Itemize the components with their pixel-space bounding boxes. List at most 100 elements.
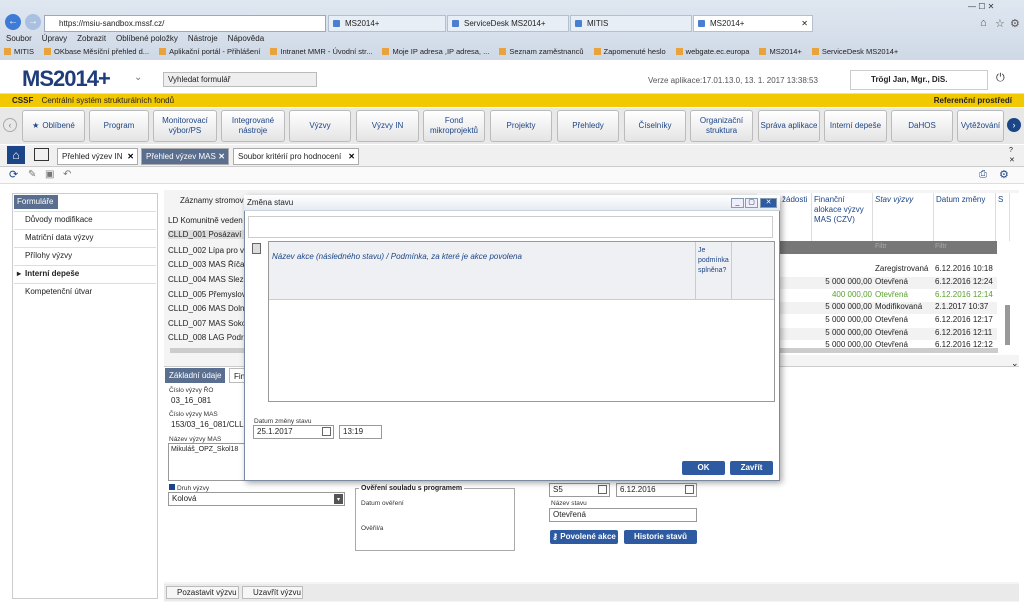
favorite-link[interactable]: Seznam zaměstnanců xyxy=(499,47,583,56)
nazev-vyzvy-mas-field[interactable]: Mikuláš_OPZ_Skol18 xyxy=(168,443,246,481)
ok-button[interactable]: OK xyxy=(682,461,725,475)
tree-row[interactable]: CLLD_004 MAS Slez xyxy=(168,275,248,284)
tree-row[interactable]: CLLD_002 Lípa pro v xyxy=(168,246,248,255)
vertical-scrollbar[interactable] xyxy=(1005,305,1010,345)
zavrit-button[interactable]: Zavřít xyxy=(730,461,773,475)
refresh-icon[interactable]: ⟳ xyxy=(9,168,18,181)
tree-row[interactable]: CLLD_005 Přemyslov xyxy=(168,290,248,299)
browser-tab-active[interactable]: MS2014+ ✕ xyxy=(693,15,813,32)
grid-column-header[interactable]: Název akce (následného stavu) / Podmínka… xyxy=(272,252,692,261)
historie-stavu-button[interactable]: Historie stavů xyxy=(624,530,697,544)
uzavrit-button[interactable]: Uzavřít výzvu xyxy=(242,586,303,599)
module-interni-depese[interactable]: Interní depeše xyxy=(824,110,887,142)
close-icon[interactable]: ✕ xyxy=(218,149,225,164)
grid-column-header[interactable]: Je podmínka splněna? xyxy=(695,242,732,300)
module-vyzvy[interactable]: Výzvy xyxy=(289,110,351,142)
form-search-input[interactable]: Vyhledat formulář xyxy=(163,72,317,87)
menu-item[interactable]: Oblíbené položky xyxy=(116,34,178,43)
nazev-stavu-field[interactable]: Otevřená xyxy=(549,508,697,522)
edit-icon[interactable]: ✎ xyxy=(28,169,36,180)
datum-zmeny-field[interactable]: 25.1.2017 xyxy=(253,425,334,439)
browser-tab[interactable]: MS2014+ xyxy=(328,15,446,32)
window-icon[interactable] xyxy=(34,148,49,161)
tab-soubor-kriterii[interactable]: Soubor kritérií pro hodnocení ✕ xyxy=(233,148,359,165)
settings-icon[interactable]: ⚙ xyxy=(999,168,1009,181)
module-organizacni[interactable]: Organizační struktura xyxy=(690,110,753,142)
module-dahos[interactable]: DaHOS xyxy=(891,110,953,142)
tab-prehled-vyzev-mas[interactable]: Přehled výzev MAS ✕ xyxy=(141,148,229,165)
druh-vyzvy-select[interactable]: Kolová ▾ xyxy=(168,492,345,506)
nav-left-icon[interactable]: ‹ xyxy=(3,118,17,132)
address-bar[interactable]: https://msiu-sandbox.mssf.cz/ xyxy=(44,15,326,32)
cislo-vyzvy-mas-field[interactable]: 153/03_16_081/CLLD xyxy=(168,419,249,433)
module-vyzvy-in[interactable]: Výzvy IN xyxy=(356,110,419,142)
copy-icon[interactable] xyxy=(252,243,261,254)
menu-item[interactable]: Zobrazit xyxy=(77,34,106,43)
forward-icon[interactable]: → xyxy=(25,14,41,30)
favorite-link[interactable]: Moje IP adresa ,IP adresa, ... xyxy=(382,47,489,56)
minimize-icon[interactable]: _ xyxy=(731,198,744,208)
print-icon[interactable]: ⎙ xyxy=(979,169,987,180)
table-row[interactable]: 22 12:005 000 000,00Modifikovaná2.1.2017… xyxy=(757,302,997,314)
gear-icon[interactable]: ⚙ xyxy=(1010,17,1020,30)
column-header[interactable]: Stav výzvy xyxy=(873,193,934,241)
close-icon[interactable]: ✕ xyxy=(127,149,134,164)
menu-item[interactable]: Úpravy xyxy=(42,34,67,43)
module-program[interactable]: Program xyxy=(89,110,149,142)
table-row[interactable]: 17 12:005 000 000,00Otevřená6.12.2016 12… xyxy=(757,277,997,289)
cas-zmeny-field[interactable]: 13:19 xyxy=(339,425,382,439)
module-ciselniky[interactable]: Číselníky xyxy=(624,110,686,142)
module-projekty[interactable]: Projekty xyxy=(490,110,552,142)
favorite-link[interactable]: OKbase Měsíční přehled d... xyxy=(44,47,149,56)
logout-icon[interactable]: ⏻ xyxy=(996,72,1005,85)
tree-row[interactable]: CLLD_001 Posázaví xyxy=(168,230,248,239)
table-row[interactable]: 22 12:005 000 000,00Otevřená6.12.2016 12… xyxy=(757,315,997,327)
calendar-icon[interactable] xyxy=(322,427,331,436)
column-header[interactable]: Datum změny xyxy=(934,193,996,241)
browser-tab[interactable]: ServiceDesk MS2014+ xyxy=(447,15,569,32)
cislo-vyzvy-ro-field[interactable]: 03_16_081 xyxy=(168,395,246,409)
close-icon[interactable]: ✕ xyxy=(760,198,777,208)
back-icon[interactable]: ← xyxy=(5,14,21,30)
column-header[interactable]: S xyxy=(996,193,1010,241)
favorite-link[interactable]: Aplikační portál - Přihlášení xyxy=(159,47,260,56)
browser-tab[interactable]: MITIS xyxy=(570,15,692,32)
module-sprava[interactable]: Správa aplikace xyxy=(758,110,820,142)
home-icon[interactable]: ⌂ xyxy=(980,17,987,29)
stav-code-field[interactable]: S5 xyxy=(549,483,610,497)
column-header[interactable]: žádosti xyxy=(780,193,812,241)
module-integrovane[interactable]: Integrované nástroje xyxy=(221,110,285,142)
maximize-icon[interactable]: ▢ xyxy=(745,198,758,208)
module-monitorovaci[interactable]: Monitorovací výbor/PS xyxy=(153,110,217,142)
column-header[interactable]: Finanční alokace výzvy MAS (CZV) xyxy=(812,193,873,241)
favorite-link[interactable]: Zapomenuté heslo xyxy=(594,47,666,56)
favorite-link[interactable]: MS2014+ xyxy=(759,47,801,56)
tab-prehled-vyzev-in[interactable]: Přehled výzev IN ✕ xyxy=(57,148,138,165)
horizontal-scrollbar[interactable] xyxy=(170,348,246,353)
module-prehledy[interactable]: Přehledy xyxy=(557,110,619,142)
favorite-link[interactable]: webgate.ec.europa xyxy=(676,47,750,56)
forms-item[interactable]: Kompetenční útvar xyxy=(14,283,156,300)
table-row[interactable]: 22 12:00400 000,00Otevřená6.12.2016 12:1… xyxy=(757,290,997,302)
horizontal-scrollbar[interactable] xyxy=(780,348,998,353)
chevron-down-icon[interactable]: ⌄ xyxy=(134,72,142,83)
user-box[interactable]: Trögl Jan, Mgr., DiS. (TROJAN) xyxy=(850,70,988,102)
forms-item[interactable]: Důvody modifikace xyxy=(14,211,156,228)
pozastavit-button[interactable]: Pozastavit výzvu xyxy=(166,586,239,599)
povolene-akce-button[interactable]: ⚷ Povolené akce xyxy=(550,530,618,544)
tree-row[interactable]: CLLD_008 LAG Podr xyxy=(168,333,248,342)
forms-item[interactable]: Přílohy výzvy xyxy=(14,247,156,264)
module-oblibene[interactable]: ★ Oblíbené xyxy=(22,110,85,142)
save-icon[interactable]: ▣ xyxy=(45,169,54,180)
forms-item-active[interactable]: ▸ Interní depeše xyxy=(14,265,156,282)
favorite-link[interactable]: MITIS xyxy=(4,47,34,56)
home-icon[interactable]: ⌂ xyxy=(7,146,25,164)
undo-icon[interactable]: ↶ xyxy=(63,169,71,180)
calendar-icon[interactable] xyxy=(685,485,694,494)
module-vytezovani[interactable]: Vytěžování xyxy=(957,110,1004,142)
window-controls[interactable]: — ☐ ✕ xyxy=(968,2,994,11)
star-icon[interactable]: ☆ xyxy=(995,17,1005,30)
tree-row[interactable]: CLLD_006 MAS Doln xyxy=(168,304,248,313)
tree-row[interactable]: CLLD_003 MAS Říča xyxy=(168,260,248,269)
stav-date-field[interactable]: 6.12.2016 xyxy=(616,483,697,497)
